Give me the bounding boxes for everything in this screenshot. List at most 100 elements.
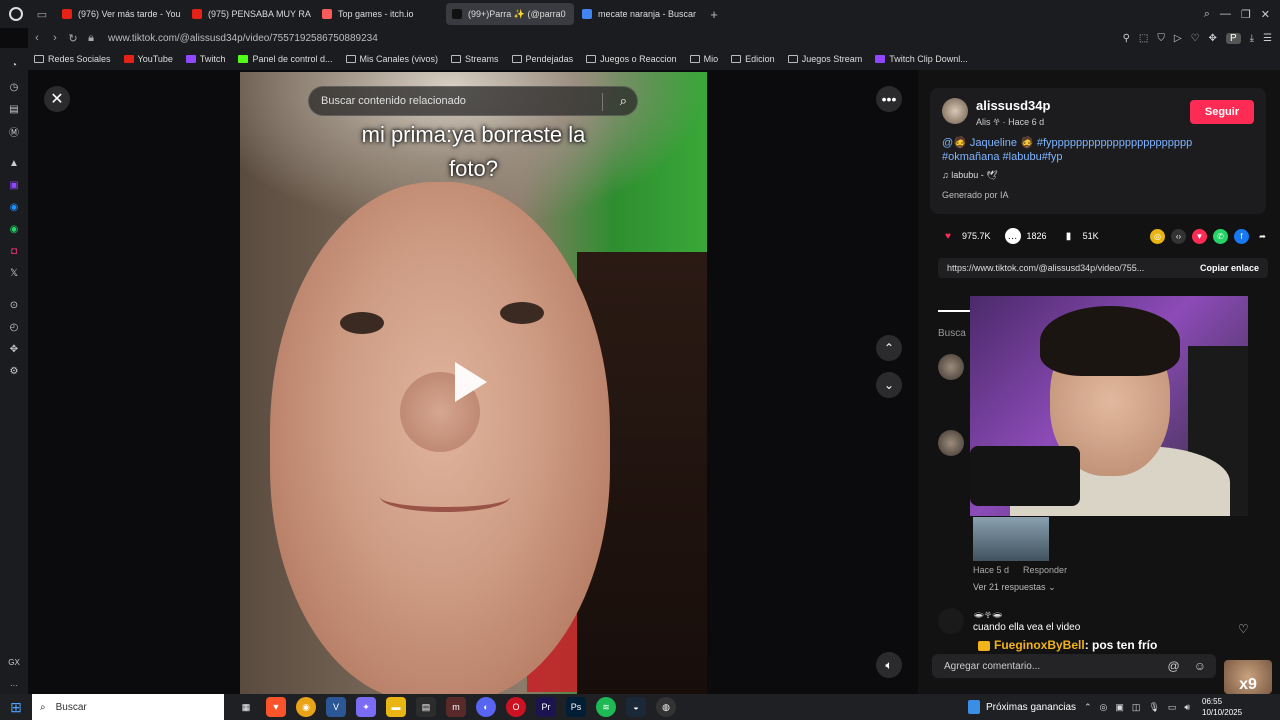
commenter-avatar[interactable] bbox=[938, 354, 964, 380]
mic-icon[interactable]: 🎙︎ bbox=[1148, 702, 1159, 713]
player-sidebar-icon[interactable]: ⊙ bbox=[10, 294, 18, 316]
bookmark-item[interactable]: Twitch Clip Downl... bbox=[875, 54, 968, 64]
vegas-icon[interactable]: V bbox=[326, 697, 346, 717]
discord-icon[interactable]: ◐ bbox=[476, 697, 496, 717]
next-video-button[interactable]: ⌄ bbox=[876, 372, 902, 398]
gx-label[interactable]: GX bbox=[8, 658, 20, 667]
bookmark-item[interactable]: Mio bbox=[689, 54, 718, 64]
bookmark-item[interactable]: Streams bbox=[451, 54, 499, 64]
close-window-icon[interactable]: ✕ bbox=[1261, 8, 1270, 21]
spotify-icon[interactable]: ≋ bbox=[596, 697, 616, 717]
heart-icon[interactable]: ♡ bbox=[1191, 33, 1200, 44]
save-stat[interactable]: ▮ 51K bbox=[1061, 228, 1099, 244]
bookmark-item[interactable]: YouTube bbox=[123, 54, 173, 64]
x-icon[interactable]: 𝕏 bbox=[10, 262, 18, 284]
like-stat[interactable]: ♥ 975.7K bbox=[940, 228, 991, 244]
extensions-icon[interactable]: ✥ bbox=[1209, 33, 1217, 44]
gx-control-icon[interactable]: ◷ bbox=[10, 76, 19, 98]
more-options-icon[interactable]: ••• bbox=[876, 86, 902, 112]
instagram-icon[interactable]: ◘ bbox=[11, 240, 17, 262]
comment-image-thumbnail[interactable] bbox=[973, 517, 1049, 561]
maximize-icon[interactable]: ❐ bbox=[1241, 8, 1251, 21]
news-icon[interactable]: ▤ bbox=[9, 98, 18, 120]
send-icon[interactable]: ▼ bbox=[1192, 228, 1207, 244]
copy-link-button[interactable]: Copiar enlace bbox=[1191, 263, 1268, 273]
settings-icon[interactable]: ⚙ bbox=[10, 360, 19, 382]
speaker-icon[interactable]: 🔊︎ bbox=[1184, 702, 1190, 713]
windows-start-icon[interactable]: ⊞ bbox=[0, 694, 32, 720]
bookmark-item[interactable]: Twitch bbox=[185, 54, 225, 64]
copilot-icon[interactable]: ✦ bbox=[356, 697, 376, 717]
task-view-icon[interactable]: ▦ bbox=[236, 697, 256, 717]
bookmark-item[interactable]: Juegos Stream bbox=[787, 54, 862, 64]
minimize-icon[interactable]: — bbox=[1220, 8, 1231, 21]
coin-icon[interactable]: ◎ bbox=[1150, 228, 1165, 244]
share-link-field[interactable]: https://www.tiktok.com/@alissusd34p/vide… bbox=[938, 258, 1268, 278]
tray-app-icon[interactable]: ◎ bbox=[1100, 702, 1108, 713]
whatsapp-icon[interactable]: ◉ bbox=[10, 218, 19, 240]
player-icon[interactable]: ▷ bbox=[1174, 33, 1182, 44]
shield-icon[interactable]: ⛉ bbox=[1157, 33, 1165, 44]
mention-link[interactable]: @🧔 Jaqueline 🧔 bbox=[942, 137, 1034, 149]
url-field[interactable]: www.tiktok.com/@alissusd34p/video/755719… bbox=[108, 33, 378, 44]
music-row[interactable]: ♫ labubu - 🕊 bbox=[942, 170, 998, 181]
volume-icon[interactable]: 🔈︎ bbox=[876, 652, 902, 678]
gx-corner-icon[interactable]: ◔ bbox=[11, 54, 17, 76]
file-explorer-icon[interactable]: ▬ bbox=[386, 697, 406, 717]
download-icon[interactable]: ⤓ bbox=[1250, 33, 1254, 44]
steam-icon[interactable]: ◒ bbox=[626, 697, 646, 717]
chevron-up-icon[interactable]: ⌃ bbox=[1084, 702, 1092, 713]
network-icon[interactable]: ▭ bbox=[1168, 702, 1177, 713]
twitch-icon[interactable]: ▣ bbox=[9, 174, 18, 196]
back-icon[interactable]: ‹ bbox=[28, 32, 46, 44]
profile-badge[interactable]: P bbox=[1225, 32, 1241, 44]
bookmark-item[interactable]: Pendejadas bbox=[511, 54, 573, 64]
facebook-share-icon[interactable]: f bbox=[1234, 228, 1249, 244]
m-app-taskbar-icon[interactable]: m bbox=[446, 697, 466, 717]
video-player[interactable]: Buscar contenido relacionado ⌕ mi prima:… bbox=[240, 72, 707, 694]
taskbar-search[interactable]: ⌕ Buscar bbox=[32, 694, 224, 720]
embed-icon[interactable]: ‹› bbox=[1171, 228, 1186, 244]
forward-icon[interactable]: › bbox=[46, 32, 64, 44]
close-video-icon[interactable]: ✕ bbox=[44, 86, 70, 112]
pin-icon[interactable]: ⚲ bbox=[1123, 33, 1130, 44]
emoji-icon[interactable]: ☺ bbox=[1194, 659, 1206, 673]
browser-tab[interactable]: (976) Ver más tarde - You bbox=[56, 3, 184, 25]
history-icon[interactable]: ◴ bbox=[10, 316, 19, 338]
menu-icon[interactable]: ☰ bbox=[1263, 33, 1272, 44]
bookmark-item[interactable]: Redes Sociales bbox=[34, 54, 111, 64]
more-icon[interactable]: ··· bbox=[10, 681, 18, 690]
commenter-avatar[interactable] bbox=[938, 608, 964, 634]
browser-tab[interactable]: mecate naranja - Buscar bbox=[576, 3, 704, 25]
system-clock[interactable]: 06:55 10/10/2025 bbox=[1202, 696, 1242, 718]
brave-icon[interactable]: ▼ bbox=[266, 697, 286, 717]
opera-gx-logo-icon[interactable] bbox=[0, 0, 32, 28]
tray-app-icon[interactable]: ▣ bbox=[1115, 702, 1124, 713]
add-comment-input[interactable]: Agregar comentario... @ ☺ bbox=[932, 654, 1216, 678]
whatsapp-share-icon[interactable]: ✆ bbox=[1213, 228, 1228, 244]
opera-icon[interactable]: O bbox=[506, 697, 526, 717]
workspaces-icon[interactable]: ▭ bbox=[32, 8, 52, 21]
bookmark-item[interactable]: Juegos o Reaccion bbox=[586, 54, 677, 64]
play-icon[interactable] bbox=[455, 362, 487, 402]
messenger-icon[interactable]: ◉ bbox=[10, 196, 19, 218]
comment-like-icon[interactable]: ♡ bbox=[1238, 622, 1249, 636]
new-tab-button[interactable]: + bbox=[704, 7, 724, 22]
bookmark-item[interactable]: Edicion bbox=[731, 54, 775, 64]
view-replies-link[interactable]: Ver 21 respuestas ⌄ bbox=[973, 582, 1056, 593]
bookmark-item[interactable]: Panel de control d... bbox=[238, 54, 333, 64]
commenter-avatar[interactable] bbox=[938, 430, 964, 456]
snapshot-icon[interactable]: ⬚ bbox=[1139, 33, 1148, 44]
previous-video-button[interactable]: ⌃ bbox=[876, 335, 902, 361]
bookmark-item[interactable]: Mis Canales (vivos) bbox=[345, 54, 438, 64]
obs-icon[interactable]: ◍ bbox=[656, 697, 676, 717]
search-icon[interactable]: ⌕ bbox=[620, 93, 627, 109]
photoshop-icon[interactable]: Ps bbox=[566, 697, 586, 717]
commenter-name[interactable]: 🕳𖣂🕳 bbox=[973, 608, 1003, 621]
mention-icon[interactable]: @ bbox=[1168, 659, 1180, 673]
browser-tab[interactable]: Top games - itch.io bbox=[316, 3, 444, 25]
browser-tab[interactable]: (975) PENSABA MUY RA bbox=[186, 3, 314, 25]
store-icon[interactable]: ▤ bbox=[416, 697, 436, 717]
share-arrow-icon[interactable]: ➦ bbox=[1255, 229, 1270, 244]
search-tabs-icon[interactable]: ⌕ bbox=[1204, 8, 1210, 21]
